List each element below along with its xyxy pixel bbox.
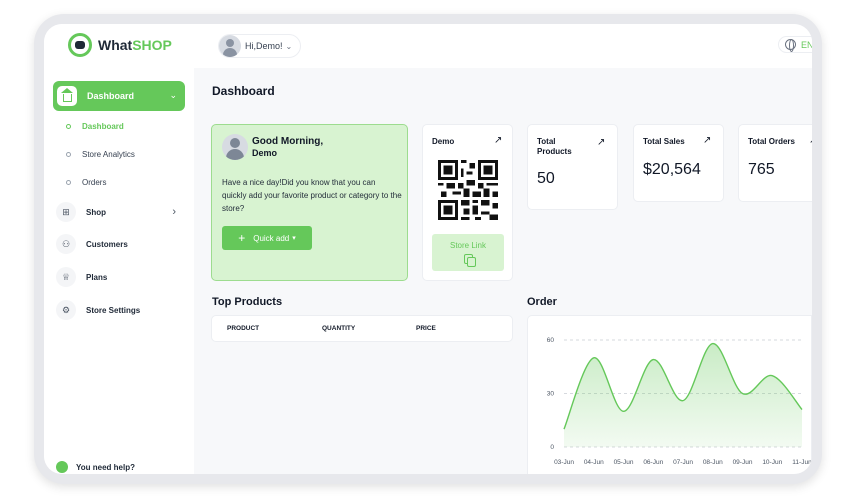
x-tick-label: 09-Jun	[733, 459, 753, 466]
circle-icon	[66, 124, 71, 129]
demo-store-card: Demo ↗ Store Link	[422, 124, 513, 281]
store-link-label: Store Link	[449, 241, 487, 250]
stat-value: 765	[748, 161, 775, 178]
sidebar-subitem-dashboard[interactable]: Dashboard	[66, 122, 124, 131]
sidebar-item-shop[interactable]: ⊞ Shop ›	[56, 202, 184, 222]
home-icon	[57, 86, 77, 106]
grid-icon: ⊞	[56, 202, 76, 222]
help-label: You need help?	[76, 462, 135, 472]
sidebar-item-customers[interactable]: ⚇ Customers	[56, 234, 184, 254]
qr-code-icon	[438, 160, 498, 220]
sidebar-item-label: Plans	[86, 272, 108, 282]
y-tick-label: 30	[547, 391, 555, 398]
store-link-button[interactable]: Store Link	[432, 234, 504, 271]
sidebar-item-label: Customers	[86, 239, 128, 249]
stat-card-total-products: Total Products ↗ 50	[527, 124, 618, 210]
stat-card-total-orders: Total Orders ↗ 765	[738, 124, 812, 202]
arrow-up-right-icon[interactable]: ↗	[809, 135, 812, 146]
sidebar-item-dashboard[interactable]: Dashboard ⌄	[53, 81, 185, 111]
order-chart-card: 0 30 60 03-Jun 04-Jun 05-Jun 06-Jun 07-Jun 08-J…	[527, 315, 812, 474]
arrow-up-right-icon[interactable]: ↗	[703, 135, 711, 146]
help-icon	[56, 461, 68, 473]
sidebar-subitem-orders[interactable]: Orders	[66, 178, 106, 187]
avatar	[219, 35, 241, 57]
x-tick-label: 03-Jun	[554, 459, 574, 466]
sidebar-item-plans[interactable]: ♕ Plans	[56, 267, 184, 287]
column-header-quantity[interactable]: QUANTITY	[322, 325, 355, 332]
sidebar-item-store-settings[interactable]: ⚙ Store Settings	[56, 300, 184, 320]
sidebar-subitem-store-analytics[interactable]: Store Analytics	[66, 150, 135, 159]
logo[interactable]: WhatSHOP	[68, 32, 172, 58]
greeting-message: Have a nice day!Did you know that you ca…	[222, 178, 402, 213]
chevron-down-icon: ⌄	[169, 90, 177, 100]
user-menu[interactable]: Hi,Demo! ⌄	[218, 34, 302, 58]
circle-icon	[66, 180, 71, 185]
chevron-down-icon: ⌄	[285, 41, 293, 51]
quick-add-label: Quick add	[253, 233, 290, 243]
order-chart-title: Order	[527, 296, 557, 308]
caret-down-icon: ▾	[292, 235, 296, 242]
x-tick-label: 04-Jun	[584, 459, 604, 466]
stat-card-total-sales: Total Sales ↗ $20,564	[633, 124, 724, 202]
x-tick-label: 10-Jun	[762, 459, 782, 466]
user-icon: ⚇	[56, 234, 76, 254]
whatshop-logo-icon	[68, 33, 92, 57]
stat-title: Total Products	[537, 137, 572, 156]
language-label: EN	[801, 39, 812, 50]
app-window: WhatSHOP Hi,Demo! ⌄ EN Dashboard ⌄ Dashb…	[44, 24, 812, 474]
x-tick-label: 11-Jun	[792, 459, 812, 466]
stat-value: $20,564	[643, 161, 701, 178]
language-selector[interactable]: EN	[778, 36, 812, 53]
area-fill	[564, 343, 802, 447]
top-bar: WhatSHOP Hi,Demo! ⌄ EN	[44, 24, 812, 68]
sidebar-item-label: Store Settings	[86, 305, 141, 315]
page-title: Dashboard	[212, 84, 275, 98]
stat-value: 50	[537, 170, 555, 187]
sidebar-subitem-label: Store Analytics	[82, 150, 135, 159]
column-header-price[interactable]: PRICE	[416, 325, 436, 332]
x-tick-label: 05-Jun	[614, 459, 634, 466]
greeting-text: Good Morning,	[252, 136, 324, 147]
x-tick-label: 06-Jun	[643, 459, 663, 466]
column-header-product[interactable]: PRODUCT	[227, 325, 259, 332]
y-tick-label: 60	[547, 337, 555, 344]
y-tick-label: 0	[550, 444, 554, 451]
quick-add-button[interactable]: + Quick add ▾	[222, 226, 312, 250]
top-products-table: PRODUCT QUANTITY PRICE	[211, 315, 513, 342]
sidebar-item-label: Dashboard	[87, 91, 135, 101]
trophy-icon: ♕	[56, 267, 76, 287]
sidebar-item-label: Shop	[86, 207, 106, 217]
demo-title: Demo	[432, 137, 455, 146]
user-greeting: Hi,Demo!	[245, 41, 283, 51]
sidebar-subitem-label: Orders	[82, 178, 107, 187]
order-area-chart: 0 30 60 03-Jun 04-Jun 05-Jun 06-Jun 07-Jun 08-J…	[547, 337, 812, 466]
arrow-up-right-icon[interactable]: ↗	[597, 137, 605, 148]
gear-icon: ⚙	[56, 300, 76, 320]
plus-icon: +	[238, 231, 246, 245]
circle-icon	[66, 152, 71, 157]
avatar	[222, 134, 248, 160]
stat-title: Total Orders	[748, 137, 795, 146]
x-tick-label: 07-Jun	[673, 459, 693, 466]
greeting-card: Good Morning, Demo Have a nice day!Did y…	[211, 124, 408, 281]
x-tick-label: 08-Jun	[703, 459, 723, 466]
copy-icon	[463, 254, 476, 267]
greeting-name: Demo	[252, 148, 278, 158]
help-link[interactable]: You need help?	[56, 461, 135, 473]
logo-text: WhatSHOP	[98, 37, 172, 53]
arrow-up-right-icon[interactable]: ↗	[494, 135, 502, 146]
sidebar-subitem-label: Dashboard	[82, 122, 124, 131]
sidebar: Dashboard ⌄ Dashboard Store Analytics Or…	[44, 68, 194, 474]
stat-title: Total Sales	[643, 137, 685, 146]
top-products-title: Top Products	[212, 296, 283, 308]
chevron-right-icon: ›	[172, 206, 176, 218]
globe-icon	[785, 39, 796, 52]
